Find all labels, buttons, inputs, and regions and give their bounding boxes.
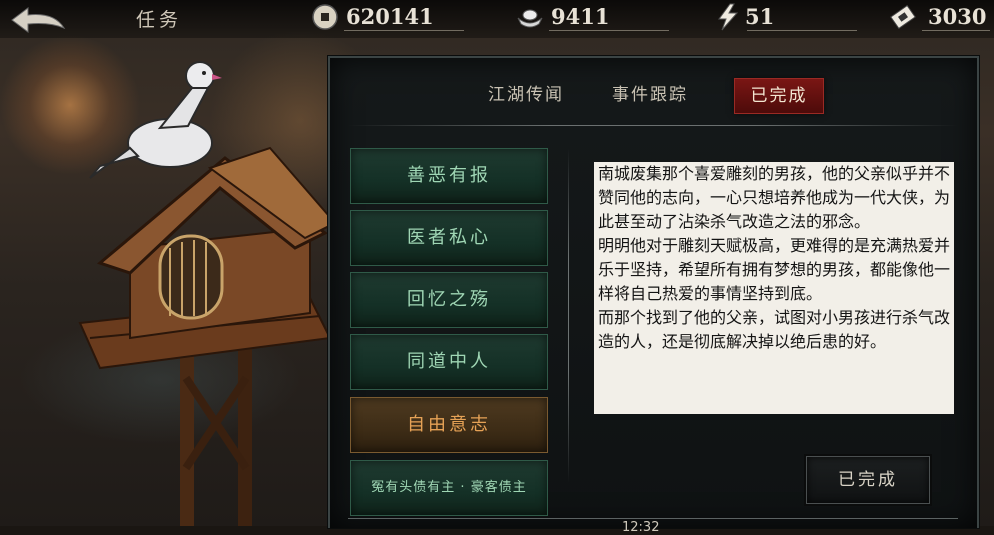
vertical-divider: [568, 148, 569, 483]
tab-divider: [348, 125, 958, 126]
tab-rumors[interactable]: 江湖传闻: [478, 78, 574, 112]
copper-coin-icon: [312, 4, 338, 30]
quest-item-1[interactable]: 善恶有报: [350, 148, 548, 204]
page-title: 任务: [136, 9, 183, 31]
quest-item-6[interactable]: 冤有头债有主 · 豪客债主: [350, 460, 548, 516]
silver-value: 9411: [551, 4, 610, 29]
completed-button[interactable]: 已完成: [806, 456, 930, 504]
quest-panel: 江湖传闻 事件跟踪 已完成 善恶有报 医者私心 回忆之殇 同道中人 自由意志 冤…: [328, 56, 979, 535]
top-bar: 任务 620141 9411 51 3030: [0, 0, 994, 38]
ticket-value: 3030: [928, 4, 987, 29]
page-indicator: 12:32: [622, 520, 660, 535]
quest-item-4[interactable]: 同道中人: [350, 334, 548, 390]
bottom-divider: [348, 518, 958, 519]
back-arrow-icon: [11, 7, 66, 33]
quest-description: 南城废集那个喜爱雕刻的男孩，他的父亲似乎并不赞同他的志向，一心只想培养他成为一代…: [594, 162, 954, 414]
tab-tracking[interactable]: 事件跟踪: [602, 78, 698, 112]
lightning-icon: [718, 3, 739, 31]
tab-completed[interactable]: 已完成: [734, 78, 824, 114]
copper-value: 620141: [346, 4, 434, 29]
dovecote-illustration: [78, 61, 337, 526]
back-button[interactable]: [4, 2, 68, 36]
quest-item-2[interactable]: 医者私心: [350, 210, 548, 266]
energy-value: 51: [745, 4, 775, 29]
quest-item-3[interactable]: 回忆之殇: [350, 272, 548, 328]
ticket-icon: [890, 4, 916, 30]
quest-item-5-selected[interactable]: 自由意志: [350, 397, 548, 453]
silver-ingot-icon: [517, 9, 543, 28]
